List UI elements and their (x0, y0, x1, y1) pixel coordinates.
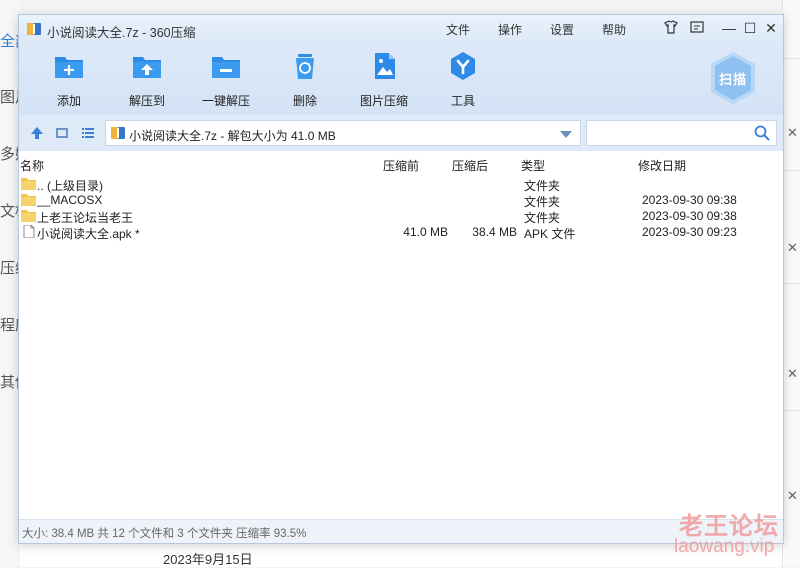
image-compress-icon (375, 53, 395, 79)
column-header-compressed-size[interactable]: 压缩后 (452, 157, 488, 174)
path-dropdown[interactable]: 小说阅读大全.7z - 解包大小为 41.0 MB (105, 120, 581, 146)
one-click-extract-button[interactable]: 一键解压 (191, 51, 261, 109)
add-icon (55, 57, 83, 78)
bg-sidebar-item-programs[interactable]: 程序 (0, 314, 20, 335)
background-date: 2023年9月15日 (163, 552, 253, 567)
column-header-size[interactable]: 压缩前 (383, 157, 419, 174)
image-compress-button[interactable]: 图片压缩 (349, 51, 419, 109)
table-row[interactable]: __MACOSX 文件夹 2023-09-30 09:38 (19, 192, 783, 209)
archive-app-icon (27, 23, 41, 35)
delete-label: 删除 (292, 94, 317, 108)
add-label: 添加 (56, 94, 81, 108)
skin-icon[interactable] (662, 19, 680, 37)
tools-button[interactable]: 工具 (428, 51, 498, 109)
search-icon[interactable] (754, 125, 770, 141)
path-text: 小说阅读大全.7z - 解包大小为 41.0 MB (129, 129, 336, 143)
row-name: 小说阅读大全.apk * (37, 227, 140, 241)
bg-sidebar-item-all[interactable]: 全部 (0, 30, 20, 51)
column-header-type[interactable]: 类型 (521, 157, 545, 174)
bg-sidebar-item-archives[interactable]: 压缩 (0, 257, 20, 278)
delete-button[interactable]: 删除 (270, 51, 340, 109)
close-icon[interactable]: ✕ (787, 366, 798, 382)
background-list-edge: ✕ ✕ ✕ ✕ (782, 0, 800, 567)
row-date: 2023-09-30 09:23 (642, 225, 737, 239)
up-arrow-icon[interactable] (30, 126, 44, 140)
maximize-icon[interactable]: ☐ (741, 19, 759, 37)
address-bar: 小说阅读大全.7z - 解包大小为 41.0 MB (19, 115, 783, 151)
divider (783, 410, 800, 411)
image-compress-label: 图片压缩 (359, 94, 408, 108)
thumbnail-view-icon[interactable] (55, 126, 69, 140)
close-icon[interactable]: ✕ (787, 125, 798, 141)
folder-icon (21, 178, 36, 190)
table-row[interactable]: .. (上级目录) 文件夹 (19, 176, 783, 193)
divider (783, 170, 800, 171)
close-icon[interactable]: ✕ (787, 488, 798, 504)
bg-sidebar-item-media[interactable]: 多媒 (0, 143, 20, 164)
watermark-url: laowang.vip (674, 536, 775, 557)
folder-icon (21, 210, 36, 222)
tools-label: 工具 (450, 94, 475, 108)
file-icon (23, 225, 35, 238)
file-list: 名称 压缩前 压缩后 类型 修改日期 .. (上级目录) 文件夹 __MACOS… (19, 151, 783, 519)
toolbar: 添加 解压到 一键解压 删除 图片压缩 工具 扫描 (19, 43, 783, 115)
column-header-date[interactable]: 修改日期 (638, 157, 686, 174)
close-icon[interactable]: ✕ (787, 240, 798, 256)
row-type: APK 文件 (524, 227, 576, 241)
status-bar: 大小: 38.4 MB 共 12 个文件和 3 个文件夹 压缩率 93.5% (19, 519, 783, 543)
row-compressed-size: 38.4 MB (472, 225, 517, 239)
row-date: 2023-09-30 09:38 (642, 193, 737, 207)
extract-to-icon (133, 57, 161, 78)
title-bar[interactable]: 小说阅读大全.7z - 360压缩 文件 操作 设置 帮助 — ☐ ✕ (19, 15, 783, 43)
column-header-name[interactable]: 名称 (20, 157, 44, 174)
extract-to-label: 解压到 (128, 94, 165, 108)
search-input[interactable] (591, 124, 745, 144)
archive-file-icon (111, 127, 125, 139)
window-title: 小说阅读大全.7z - 360压缩 (47, 26, 196, 40)
close-icon[interactable]: ✕ (762, 19, 780, 37)
bg-sidebar-item-images[interactable]: 图片 (0, 86, 20, 107)
row-name: __MACOSX (37, 193, 103, 207)
one-click-extract-label: 一键解压 (201, 94, 250, 108)
list-view-icon[interactable] (81, 126, 95, 140)
menu-operation[interactable]: 操作 (498, 21, 522, 38)
search-box (586, 120, 777, 146)
feedback-icon[interactable] (688, 19, 706, 37)
bg-sidebar-item-others[interactable]: 其他 (0, 371, 20, 392)
one-click-extract-icon (212, 57, 240, 78)
status-text: 大小: 38.4 MB 共 12 个文件和 3 个文件夹 压缩率 93.5% (22, 528, 307, 540)
extract-to-button[interactable]: 解压到 (112, 51, 182, 109)
row-date: 2023-09-30 09:38 (642, 209, 737, 223)
row-size: 41.0 MB (403, 225, 448, 239)
table-row[interactable]: 小说阅读大全.apk * 41.0 MB 38.4 MB APK 文件 2023… (19, 224, 783, 241)
minimize-icon[interactable]: — (720, 19, 738, 37)
archive-window: 小说阅读大全.7z - 360压缩 文件 操作 设置 帮助 — ☐ ✕ 添加 解… (18, 14, 784, 544)
bg-sidebar-item-docs[interactable]: 文档 (0, 200, 20, 221)
menu-file[interactable]: 文件 (446, 21, 470, 38)
menu-settings[interactable]: 设置 (550, 21, 574, 38)
scan-label[interactable]: 扫描 (719, 69, 747, 88)
delete-icon (296, 54, 314, 79)
background-footer (20, 542, 782, 567)
add-button[interactable]: 添加 (34, 51, 104, 109)
divider (783, 283, 800, 284)
divider (783, 58, 800, 59)
tools-icon (451, 52, 475, 80)
menu-help[interactable]: 帮助 (602, 21, 626, 38)
table-row[interactable]: 上老王论坛当老王 文件夹 2023-09-30 09:38 (19, 208, 783, 225)
background-sidebar: 全部 图片 多媒 文档 压缩 程序 其他 (0, 0, 20, 567)
folder-icon (21, 194, 36, 206)
chevron-down-icon[interactable] (560, 131, 572, 138)
